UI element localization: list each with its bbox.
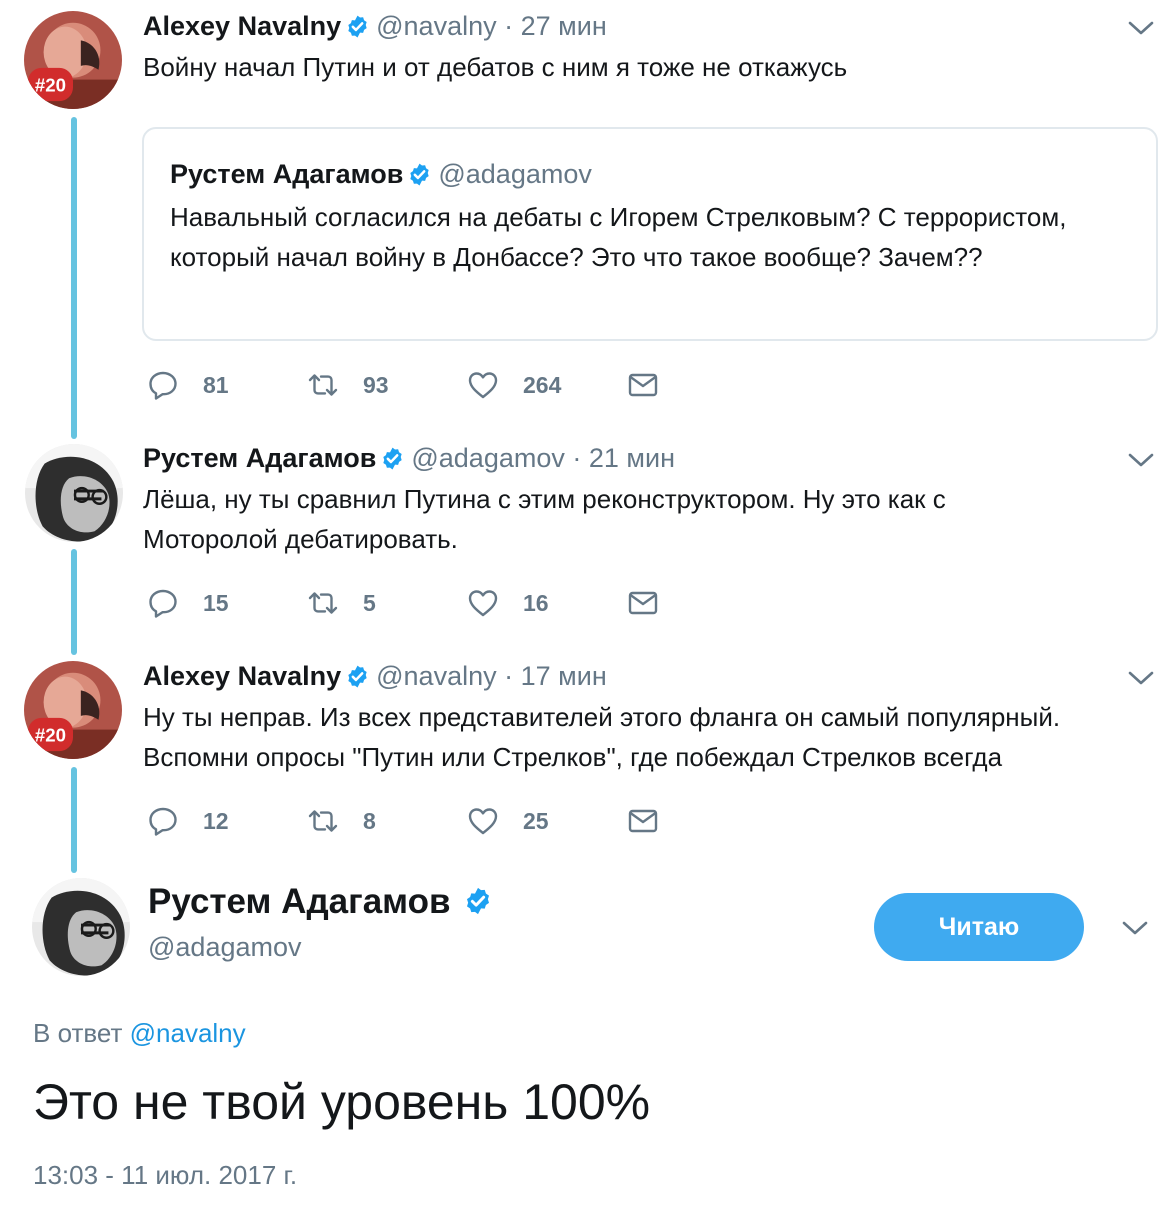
separator-dot: · [504,661,514,691]
like-button[interactable]: 25 [467,803,549,839]
author-name[interactable]: Рустем Адагамов [143,443,376,473]
main-author-name-text: Рустем Адагамов [148,882,451,921]
follow-button[interactable]: Читаю [874,893,1084,961]
message-button[interactable] [627,803,659,839]
retweet-icon [307,587,339,619]
retweet-button[interactable]: 93 [307,367,389,403]
tweet-actions: 15 5 16 [147,585,707,621]
verified-badge-icon [407,162,432,187]
thread-line-2 [71,549,77,655]
message-button[interactable] [627,585,659,621]
tweet-text: Ну ты неправ. Из всех представителей это… [143,702,1061,772]
like-count: 25 [523,807,549,834]
tweet-text: Войну начал Путин и от дебатов с ним я т… [143,52,848,82]
quote-text: Навальный согласился на дебаты с Игорем … [170,202,1067,272]
reply-button[interactable]: 81 [147,367,229,403]
thread-line-1 [71,117,77,439]
main-author-name[interactable]: Рустем Адагамов [148,880,499,924]
main-avatar[interactable] [32,878,130,976]
tweet-timestamp[interactable]: 13:03 - 11 июл. 2017 г. [33,1158,297,1192]
message-icon [627,587,659,619]
tweet-time[interactable]: 21 мин [589,443,675,473]
like-icon [467,369,499,401]
reply-count: 81 [203,371,229,398]
message-icon [627,805,659,837]
tweet-header: Рустем Адагамов @adagamov · 21 мин [143,441,675,475]
tweet-time[interactable]: 27 мин [521,11,607,41]
reply-button[interactable]: 12 [147,803,229,839]
quote-author-handle: @adagamov [438,159,592,189]
avatar-badge: #20 [35,724,66,745]
main-author-handle[interactable]: @adagamov [148,930,302,964]
avatar[interactable]: #20 [24,661,122,759]
author-handle[interactable]: @navalny [376,11,496,41]
like-button[interactable]: 264 [467,367,561,403]
verified-badge-icon [345,664,370,689]
retweet-count: 5 [363,589,376,616]
tweet-actions: 81 93 264 [147,367,707,403]
verified-badge-icon [380,446,405,471]
retweet-icon [307,805,339,837]
like-count: 16 [523,589,549,616]
tweet-actions: 12 8 25 [147,803,707,839]
like-icon [467,805,499,837]
author-handle[interactable]: @adagamov [411,443,565,473]
reply-to-mention[interactable]: @navalny [130,1018,246,1048]
reply-context: В ответ @navalny [33,1016,246,1050]
quote-header: Рустем Адагамов @adagamov [170,157,592,191]
reply-icon [147,587,179,619]
avatar-badge: #20 [35,74,66,95]
tweet-header: Alexey Navalny @navalny · 27 мин [143,9,607,43]
avatar[interactable]: #20 [24,11,122,109]
message-icon [627,369,659,401]
tweet-time[interactable]: 17 мин [521,661,607,691]
thread-line-3 [71,767,77,873]
chevron-down-icon[interactable] [1127,668,1155,688]
retweet-button[interactable]: 5 [307,585,376,621]
author-name[interactable]: Alexey Navalny [143,11,341,41]
tweet-text: Лёша, ну ты сравнил Путина с этим реконс… [143,484,946,554]
avatar[interactable] [25,444,123,542]
quote-author-name: Рустем Адагамов [170,159,404,189]
reply-to-prefix: В ответ [33,1018,123,1048]
message-button[interactable] [627,367,659,403]
author-name[interactable]: Alexey Navalny [143,661,341,691]
chevron-down-icon[interactable] [1127,450,1155,470]
reply-button[interactable]: 15 [147,585,229,621]
like-icon [467,587,499,619]
separator-dot: · [572,443,582,473]
like-count: 264 [523,371,562,398]
like-button[interactable]: 16 [467,585,549,621]
quoted-tweet[interactable]: Рустем Адагамов @adagamov Навальный согла… [142,127,1158,341]
verified-badge-icon [463,886,493,916]
main-tweet-text: Это не твой уровень 100% [33,1074,651,1130]
retweet-button[interactable]: 8 [307,803,376,839]
retweet-icon [307,369,339,401]
reply-icon [147,805,179,837]
reply-count: 15 [203,589,229,616]
separator-dot: · [504,11,514,41]
chevron-down-icon[interactable] [1121,918,1149,938]
chevron-down-icon[interactable] [1127,18,1155,38]
retweet-count: 8 [363,807,376,834]
reply-count: 12 [203,807,229,834]
verified-badge-icon [345,14,370,39]
author-handle[interactable]: @navalny [376,661,496,691]
tweet-header: Alexey Navalny @navalny · 17 мин [143,659,607,693]
reply-icon [147,369,179,401]
retweet-count: 93 [363,371,389,398]
